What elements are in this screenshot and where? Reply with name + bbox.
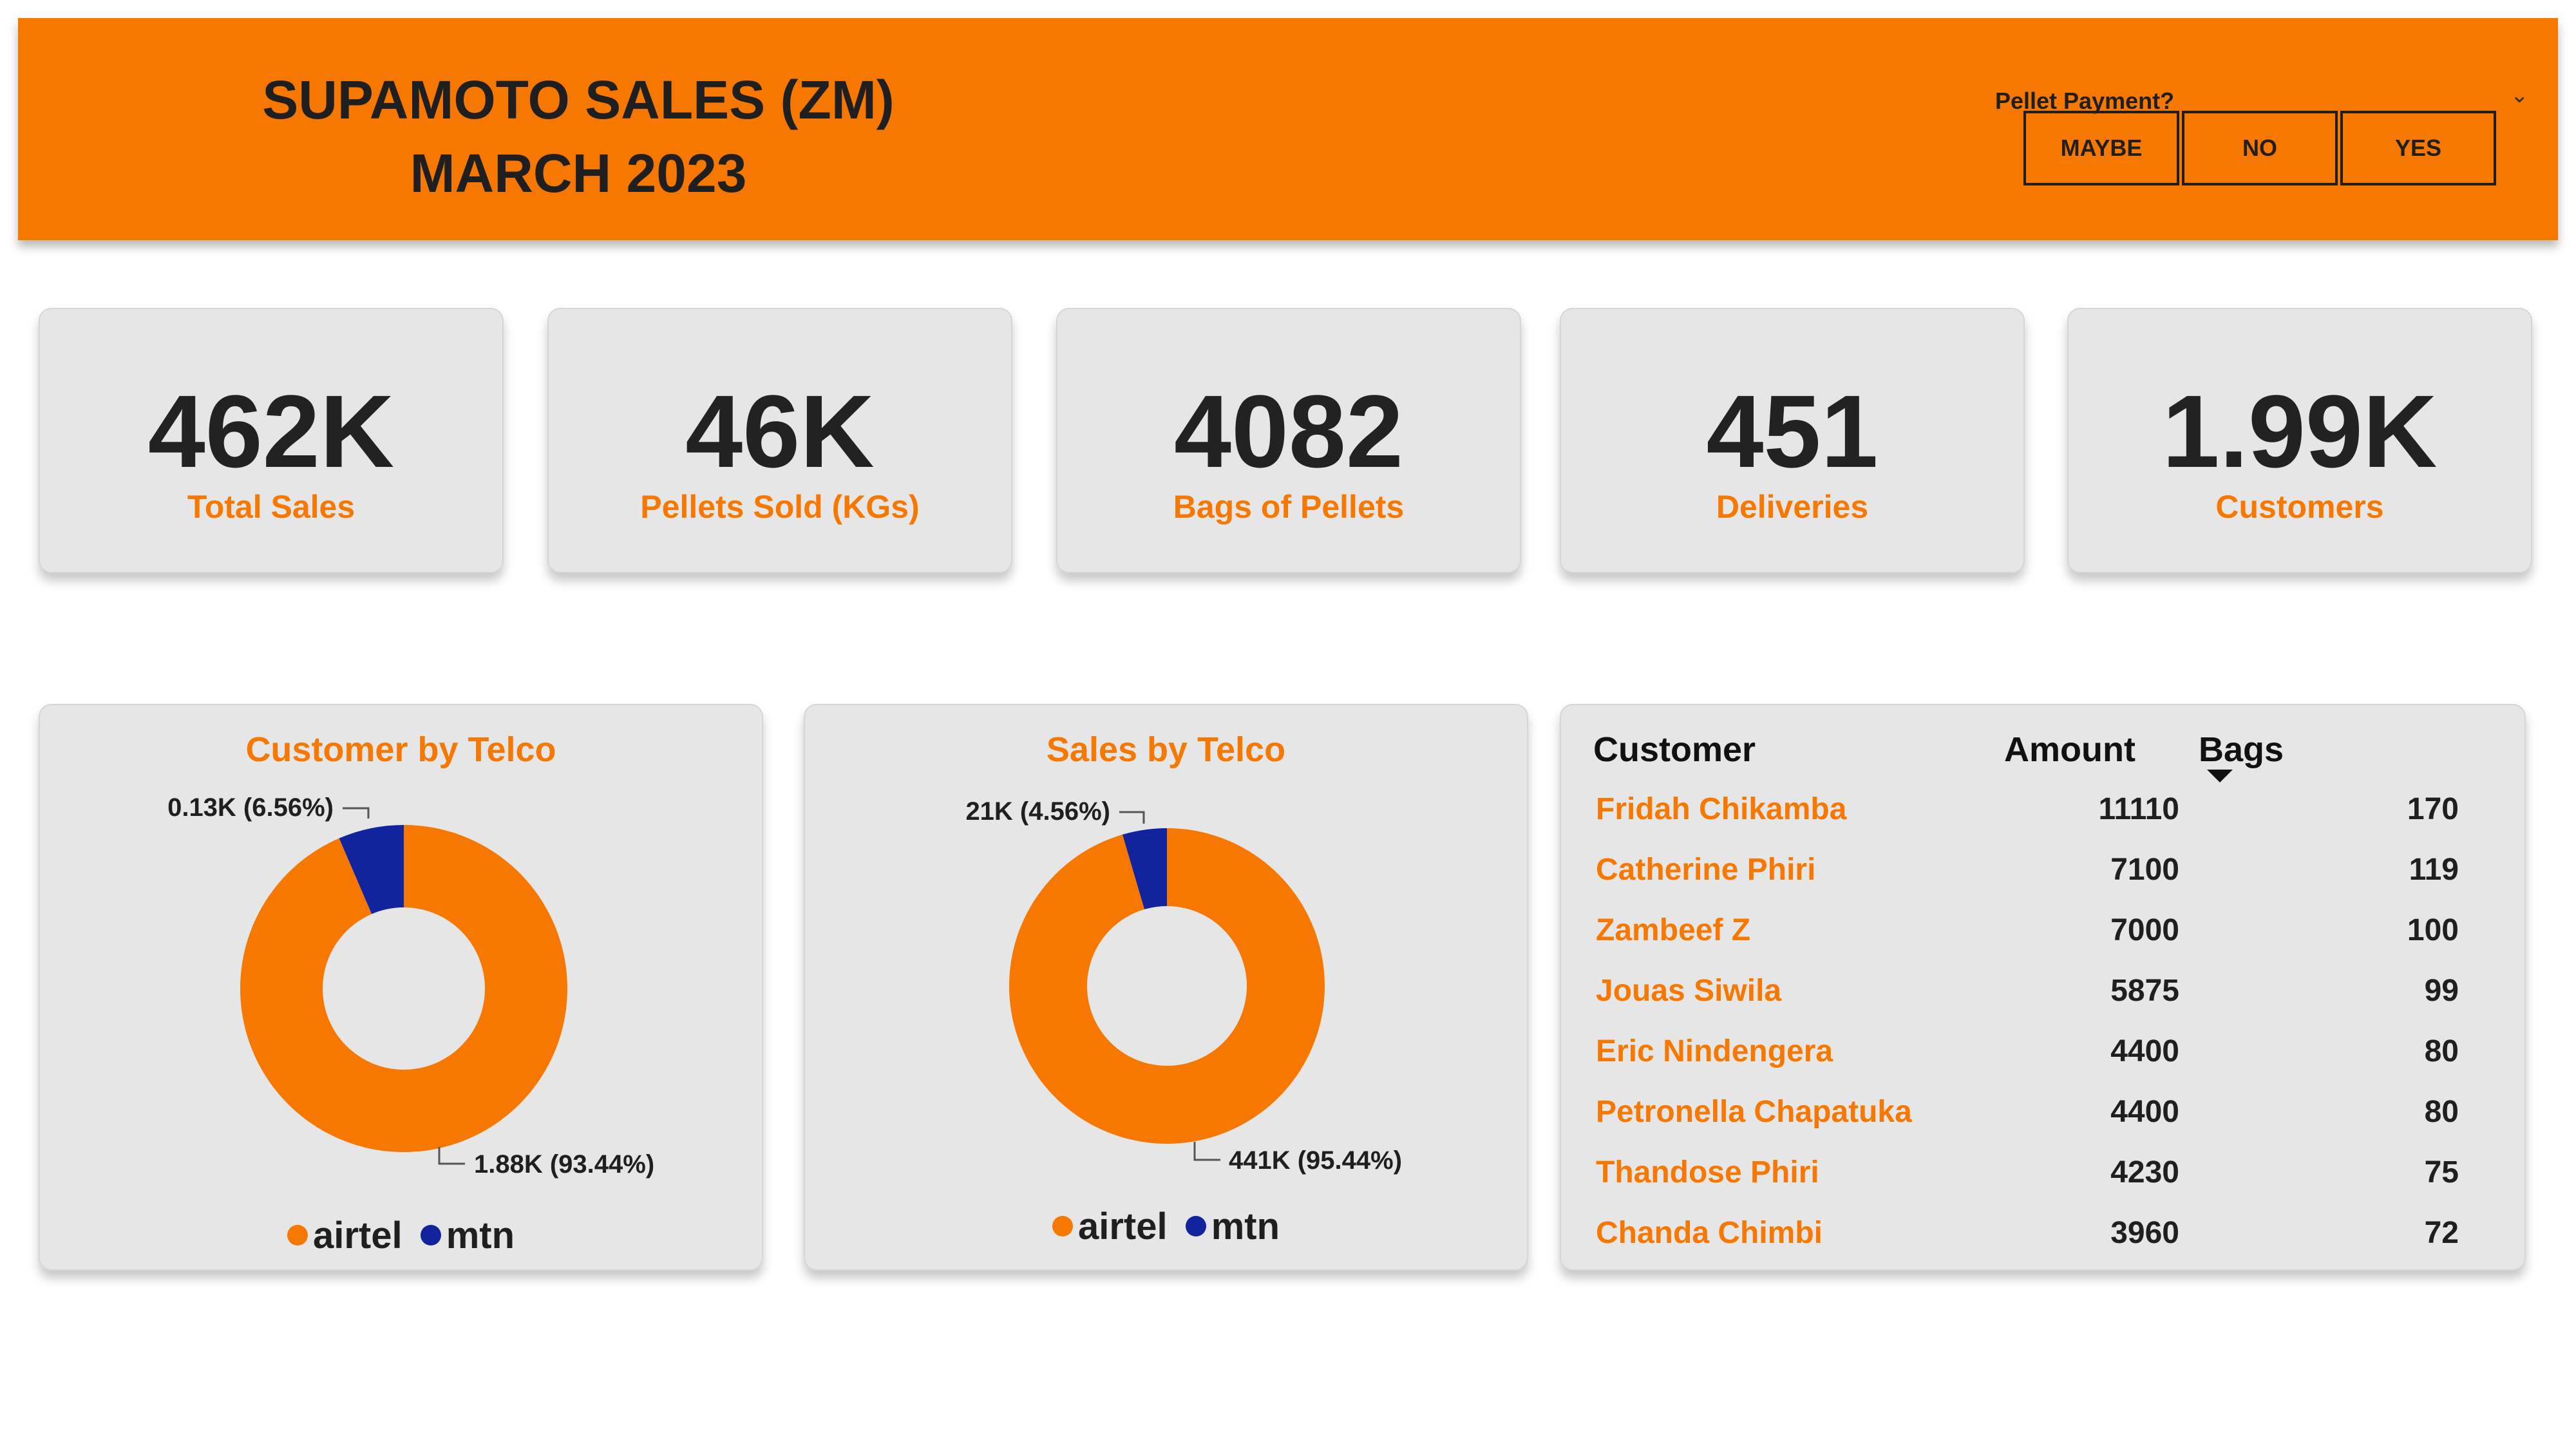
kpi-value: 451 [1706,374,1879,489]
legend-item-mtn[interactable]: mtn [1185,1206,1280,1247]
page-title: SUPAMOTO SALES (ZM) MARCH 2023 [224,63,933,210]
data-label-mtn: 21K (4.56%) [965,797,1110,826]
table-row[interactable]: Catherine Phiri 7100 119 [1561,839,2524,900]
table-row[interactable]: Zambeef Z 7000 100 [1561,900,2524,960]
column-header-amount[interactable]: Amount [2004,730,2136,770]
legend-label: mtn [446,1215,515,1256]
table-row[interactable]: Eric Nindengera 4400 80 [1561,1021,2524,1081]
cell-customer: Zambeef Z [1596,913,1751,947]
kpi-value: 46K [685,374,875,489]
legend-swatch-airtel [1052,1216,1073,1236]
customer-by-telco-panel: Customer by Telco 0.13K (6.56%) 1.88K (93… [39,704,763,1271]
customer-table-panel: Customer Amount Bags Fridah Chikamba 111… [1560,704,2526,1271]
kpi-label: Deliveries [1716,489,1869,525]
leader-line [1193,1142,1220,1161]
cell-customer: Chanda Chimbi [1596,1216,1823,1250]
kpi-value: 1.99K [2162,374,2438,489]
kpi-value: 4082 [1174,374,1403,489]
cell-amount: 4400 [2110,1095,2179,1129]
title-line-1: SUPAMOTO SALES (ZM) [262,70,895,130]
cell-amount: 7000 [2110,913,2179,947]
cell-bags: 80 [2424,1034,2459,1068]
legend-label: airtel [312,1215,402,1256]
legend-label: airtel [1077,1206,1168,1247]
customer-by-telco-donut: 0.13K (6.56%) 1.88K (93.44%) [167,793,654,1179]
legend-item-airtel[interactable]: airtel [287,1215,402,1256]
data-label-airtel: 441K (95.44%) [1229,1146,1402,1175]
column-header-bags[interactable]: Bags [2199,730,2284,770]
legend-swatch-mtn [1185,1216,1206,1236]
cell-bags: 80 [2424,1095,2459,1129]
legend-item-mtn[interactable]: mtn [420,1215,515,1256]
data-label-airtel: 1.88K (93.44%) [474,1150,654,1179]
chart-legend: airtel mtn [40,1214,762,1257]
table-row[interactable]: Thandose Phiri 4230 75 [1561,1142,2524,1202]
slicer-option-no[interactable]: NO [2182,111,2338,185]
cell-amount: 7100 [2110,853,2179,887]
leader-line [343,807,370,819]
legend-label: mtn [1211,1206,1280,1247]
title-line-2: MARCH 2023 [410,143,747,204]
kpi-card-total-sales: 462K Total Sales [39,308,504,573]
kpi-value: 462K [147,374,395,489]
cell-customer: Eric Nindengera [1596,1034,1833,1068]
cell-amount: 5875 [2110,974,2179,1008]
cell-customer: Thandose Phiri [1596,1155,1819,1189]
sales-by-telco-panel: Sales by Telco 21K (4.56%) 441K (95.44%) … [804,704,1528,1271]
kpi-label: Pellets Sold (KGs) [640,489,920,525]
kpi-label: Bags of Pellets [1173,489,1405,525]
sales-by-telco-donut: 21K (4.56%) 441K (95.44%) [965,797,1402,1175]
legend-swatch-mtn [420,1225,441,1245]
slicer-option-yes[interactable]: YES [2340,111,2496,185]
cell-amount: 3960 [2110,1216,2179,1250]
leader-line [1119,811,1145,824]
leader-line [438,1147,465,1165]
table-row[interactable]: Jouas Siwila 5875 99 [1561,960,2524,1021]
cell-bags: 119 [2409,853,2459,887]
kpi-card-pellets-sold: 46K Pellets Sold (KGs) [547,308,1012,573]
header-banner: SUPAMOTO SALES (ZM) MARCH 2023 Pellet Pa… [18,18,2558,240]
kpi-card-bags-of-pellets: 4082 Bags of Pellets [1056,308,1521,573]
cell-bags: 99 [2424,974,2459,1008]
legend-item-airtel[interactable]: airtel [1052,1206,1168,1247]
cell-amount: 4400 [2110,1034,2179,1068]
cell-bags: 72 [2424,1216,2459,1250]
kpi-label: Customers [2215,489,2384,525]
kpi-label: Total Sales [187,489,355,525]
chevron-down-icon[interactable]: ⌄ [2510,82,2529,108]
cell-bags: 170 [2407,792,2459,826]
cell-customer: Fridah Chikamba [1596,792,1847,826]
kpi-card-deliveries: 451 Deliveries [1560,308,2025,573]
table-row[interactable]: Petronella Chapatuka 4400 80 [1561,1081,2524,1142]
cell-bags: 75 [2424,1155,2459,1189]
slicer-option-maybe[interactable]: MAYBE [2023,111,2179,185]
cell-amount: 4230 [2110,1155,2179,1189]
data-label-mtn: 0.13K (6.56%) [167,793,334,822]
cell-bags: 100 [2407,913,2459,947]
chart-legend: airtel mtn [805,1205,1527,1248]
cell-customer: Petronella Chapatuka [1596,1095,1912,1129]
table-row[interactable]: Chanda Chimbi 3960 72 [1561,1202,2524,1263]
column-header-customer[interactable]: Customer [1593,730,1756,770]
cell-customer: Jouas Siwila [1596,974,1782,1008]
legend-swatch-airtel [287,1225,308,1245]
table-row[interactable]: Fridah Chikamba 11110 170 [1561,779,2524,839]
kpi-card-customers: 1.99K Customers [2067,308,2532,573]
cell-customer: Catherine Phiri [1596,853,1816,887]
cell-amount: 11110 [2098,792,2179,826]
